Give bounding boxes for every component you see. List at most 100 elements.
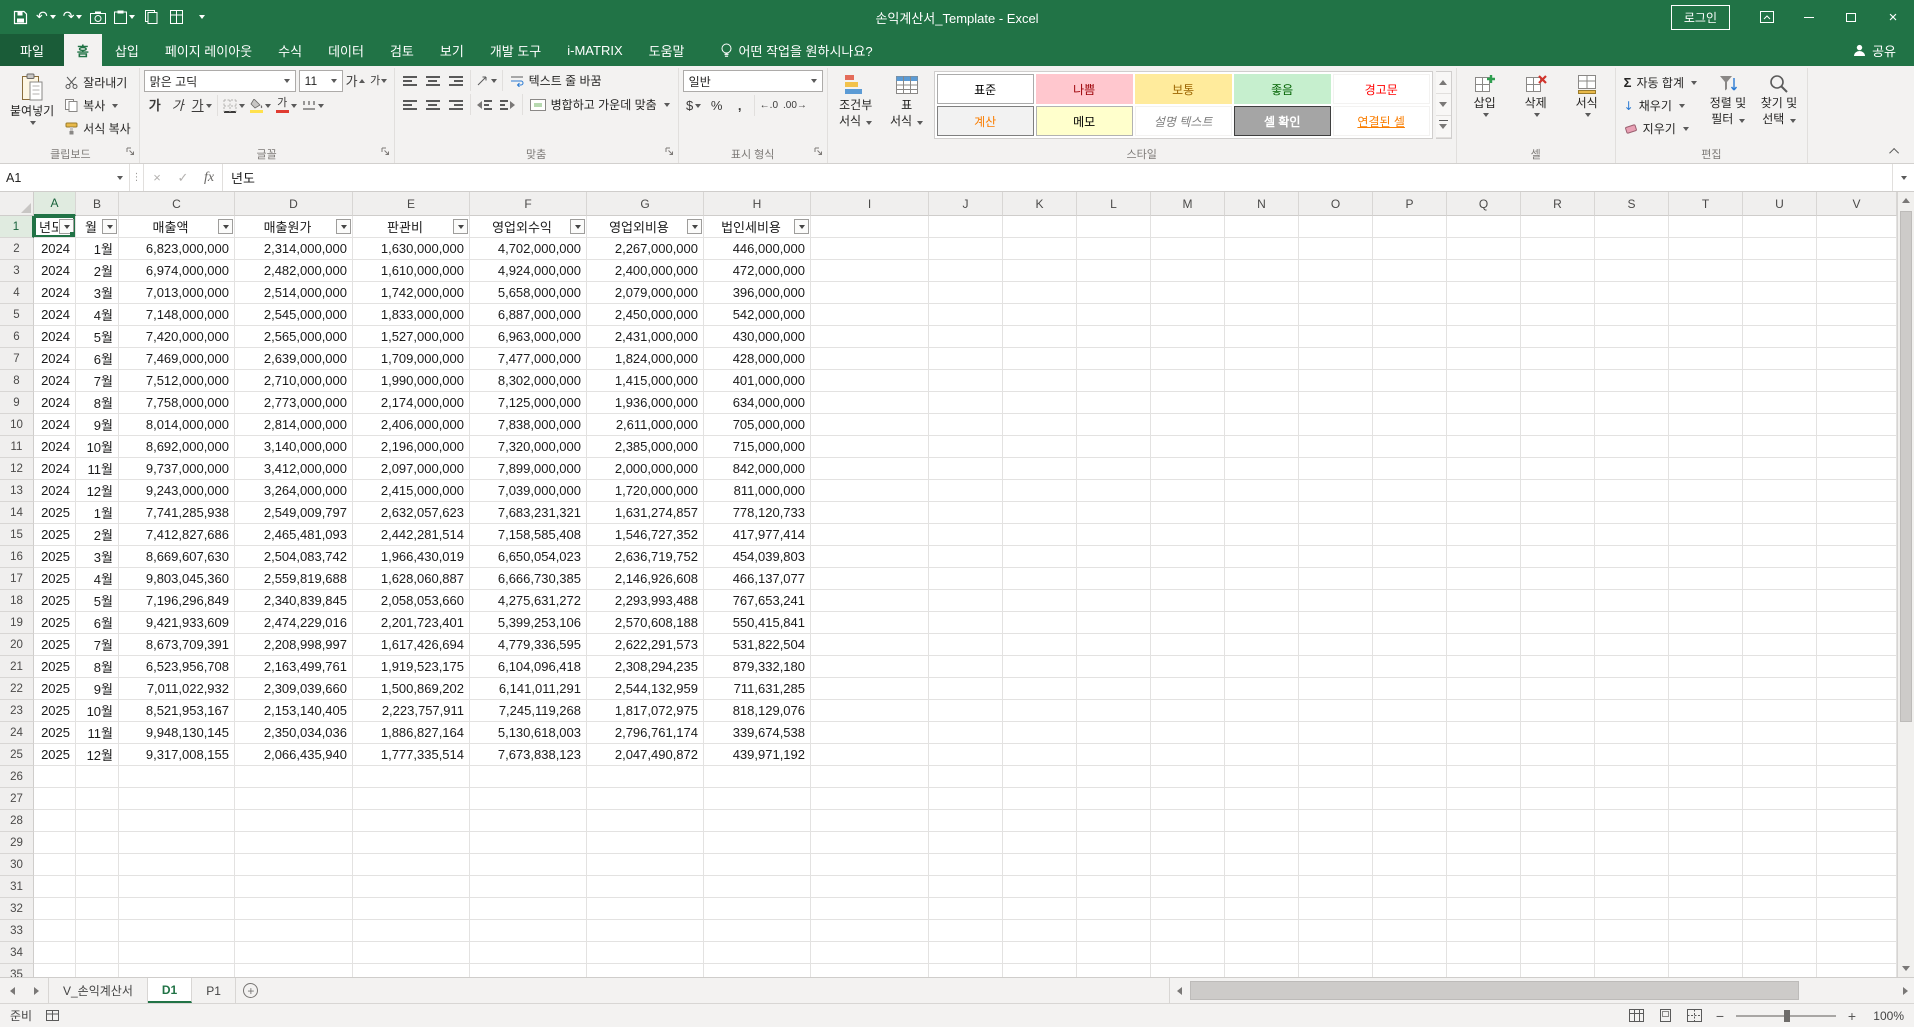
cell-G34[interactable] — [587, 942, 704, 964]
cell-H31[interactable] — [704, 876, 811, 898]
add-sheet-button[interactable]: + — [236, 978, 266, 1003]
cell-U1[interactable] — [1743, 216, 1817, 238]
cell-G1[interactable]: 영업외비용 — [587, 216, 704, 238]
cell-A29[interactable] — [34, 832, 76, 854]
row-header-9[interactable]: 9 — [0, 392, 34, 414]
cell-K27[interactable] — [1003, 788, 1077, 810]
cell-C6[interactable]: 7,420,000,000 — [119, 326, 235, 348]
cell-N26[interactable] — [1225, 766, 1299, 788]
cell-P23[interactable] — [1373, 700, 1447, 722]
cell-V1[interactable] — [1817, 216, 1897, 238]
column-header-S[interactable]: S — [1595, 192, 1669, 216]
cell-D18[interactable]: 2,340,839,845 — [235, 590, 353, 612]
cell-L16[interactable] — [1077, 546, 1151, 568]
cell-B24[interactable]: 11월 — [76, 722, 119, 744]
cell-J4[interactable] — [929, 282, 1003, 304]
cell-R28[interactable] — [1521, 810, 1595, 832]
cell-P29[interactable] — [1373, 832, 1447, 854]
cell-T24[interactable] — [1669, 722, 1743, 744]
cell-M4[interactable] — [1151, 282, 1225, 304]
cell-J31[interactable] — [929, 876, 1003, 898]
cell-B6[interactable]: 5월 — [76, 326, 119, 348]
cell-C10[interactable]: 8,014,000,000 — [119, 414, 235, 436]
cell-C33[interactable] — [119, 920, 235, 942]
cell-S15[interactable] — [1595, 524, 1669, 546]
cell-N16[interactable] — [1225, 546, 1299, 568]
row-header-27[interactable]: 27 — [0, 788, 34, 810]
cell-J27[interactable] — [929, 788, 1003, 810]
cell-M6[interactable] — [1151, 326, 1225, 348]
cell-O32[interactable] — [1299, 898, 1373, 920]
cell-L20[interactable] — [1077, 634, 1151, 656]
increase-indent-button[interactable] — [497, 94, 519, 115]
cell-K18[interactable] — [1003, 590, 1077, 612]
cell-E4[interactable]: 1,742,000,000 — [353, 282, 470, 304]
cell-R31[interactable] — [1521, 876, 1595, 898]
cell-R23[interactable] — [1521, 700, 1595, 722]
cell-D25[interactable]: 2,066,435,940 — [235, 744, 353, 766]
cell-P16[interactable] — [1373, 546, 1447, 568]
cell-M13[interactable] — [1151, 480, 1225, 502]
cell-H10[interactable]: 705,000,000 — [704, 414, 811, 436]
insert-cells-button[interactable]: 삽입 — [1461, 70, 1509, 117]
gallery-down-button[interactable] — [1436, 94, 1451, 116]
cell-N23[interactable] — [1225, 700, 1299, 722]
column-header-H[interactable]: H — [704, 192, 811, 216]
cell-T19[interactable] — [1669, 612, 1743, 634]
cell-Q31[interactable] — [1447, 876, 1521, 898]
cell-D27[interactable] — [235, 788, 353, 810]
cell-H18[interactable]: 767,653,241 — [704, 590, 811, 612]
autosum-button[interactable]: Σ 자동 합계 — [1620, 72, 1701, 93]
cell-V30[interactable] — [1817, 854, 1897, 876]
cell-D13[interactable]: 3,264,000,000 — [235, 480, 353, 502]
cell-I31[interactable] — [811, 876, 929, 898]
cell-A9[interactable]: 2024 — [34, 392, 76, 414]
cell-U31[interactable] — [1743, 876, 1817, 898]
cell-R30[interactable] — [1521, 854, 1595, 876]
cell-G27[interactable] — [587, 788, 704, 810]
cell-C19[interactable]: 9,421,933,609 — [119, 612, 235, 634]
cell-O20[interactable] — [1299, 634, 1373, 656]
row-header-30[interactable]: 30 — [0, 854, 34, 876]
percent-style-button[interactable]: % — [706, 95, 728, 116]
scroll-left-button[interactable] — [1170, 978, 1188, 1003]
cell-N25[interactable] — [1225, 744, 1299, 766]
cell-D6[interactable]: 2,565,000,000 — [235, 326, 353, 348]
cell-H29[interactable] — [704, 832, 811, 854]
cell-J2[interactable] — [929, 238, 1003, 260]
cell-Q32[interactable] — [1447, 898, 1521, 920]
cell-P26[interactable] — [1373, 766, 1447, 788]
cell-R15[interactable] — [1521, 524, 1595, 546]
cell-G15[interactable]: 1,546,727,352 — [587, 524, 704, 546]
cell-N33[interactable] — [1225, 920, 1299, 942]
cell-N30[interactable] — [1225, 854, 1299, 876]
cell-H13[interactable]: 811,000,000 — [704, 480, 811, 502]
cell-G3[interactable]: 2,400,000,000 — [587, 260, 704, 282]
cell-S8[interactable] — [1595, 370, 1669, 392]
cell-I25[interactable] — [811, 744, 929, 766]
normal-view-button[interactable] — [1626, 1007, 1646, 1025]
cell-G17[interactable]: 2,146,926,608 — [587, 568, 704, 590]
column-header-E[interactable]: E — [353, 192, 470, 216]
cell-M18[interactable] — [1151, 590, 1225, 612]
cell-O25[interactable] — [1299, 744, 1373, 766]
cell-K13[interactable] — [1003, 480, 1077, 502]
cell-D3[interactable]: 2,482,000,000 — [235, 260, 353, 282]
cell-N24[interactable] — [1225, 722, 1299, 744]
cell-N9[interactable] — [1225, 392, 1299, 414]
cell-C32[interactable] — [119, 898, 235, 920]
cell-A27[interactable] — [34, 788, 76, 810]
cell-P14[interactable] — [1373, 502, 1447, 524]
cell-K7[interactable] — [1003, 348, 1077, 370]
cell-I8[interactable] — [811, 370, 929, 392]
cell-G25[interactable]: 2,047,490,872 — [587, 744, 704, 766]
cell-I18[interactable] — [811, 590, 929, 612]
cell-F29[interactable] — [470, 832, 587, 854]
cell-M28[interactable] — [1151, 810, 1225, 832]
cell-J12[interactable] — [929, 458, 1003, 480]
cell-K30[interactable] — [1003, 854, 1077, 876]
cell-O26[interactable] — [1299, 766, 1373, 788]
cell-E17[interactable]: 1,628,060,887 — [353, 568, 470, 590]
cell-O4[interactable] — [1299, 282, 1373, 304]
cell-C15[interactable]: 7,412,827,686 — [119, 524, 235, 546]
